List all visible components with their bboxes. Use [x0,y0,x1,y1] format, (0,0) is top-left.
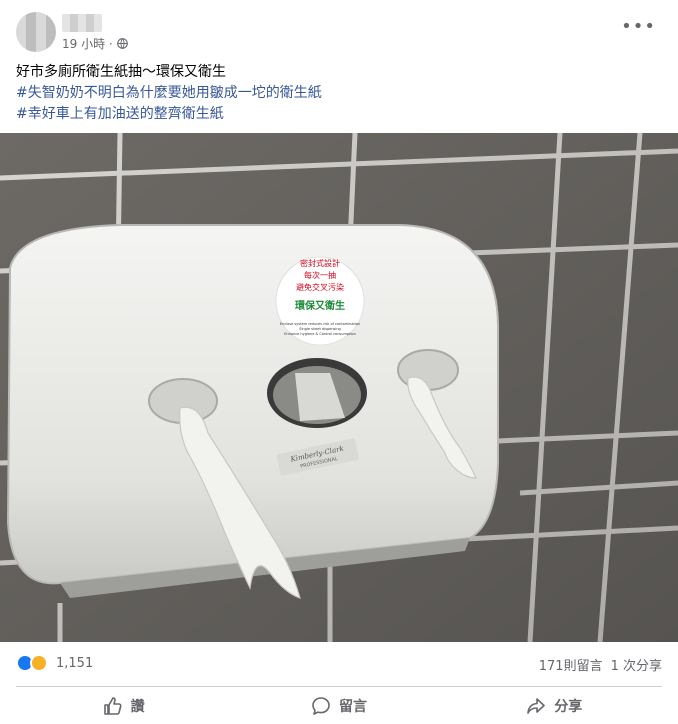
reaction-icons [16,654,50,672]
post-meta: 19 小時 · [62,35,128,52]
thumbs-up-icon [103,697,122,715]
facebook-post: 19 小時 · ••• 好市多廁所衛生紙抽～環保又衛生 #失智奶奶不明白為什麼要… [0,0,678,724]
sticker-text: 密封式設計 [300,258,340,268]
divider [16,686,662,687]
comment-button[interactable]: 留言 [231,690,446,722]
comment-count[interactable]: 171則留言 [539,655,603,674]
author-name-blurred[interactable] [62,14,102,32]
like-button[interactable]: 讚 [16,690,231,722]
share-icon [527,698,546,714]
more-options-button[interactable]: ••• [621,18,656,36]
action-bar: 讚 留言 分享 [16,690,662,722]
tissue-dispenser-photo: 密封式設計 每次一抽 避免交叉污染 環保又衛生 Enclose system r… [0,133,678,642]
sticker-text: 每次一抽 [304,270,336,280]
post-text-line: 好市多廁所衛生紙抽～環保又衛生 [16,64,226,80]
comment-icon [312,697,330,715]
sticker-green-text: 環保又衛生 [295,299,345,312]
sticker-small-text: Enhance hygiene & Control consumption [284,332,356,336]
like-label: 讚 [130,699,145,715]
engagement-stats: 171則留言 1 次分享 [539,655,662,674]
share-label: 分享 [554,699,583,715]
haha-icon [30,654,48,672]
sticker-small-text: Enclose system reduces risk of contamina… [280,322,360,326]
reaction-count[interactable]: 1,151 [56,656,93,671]
post-text: 好市多廁所衛生紙抽～環保又衛生 #失智奶奶不明白為什麼要她用皺成一坨的衛生紙 #… [16,62,656,125]
share-count[interactable]: 1 次分享 [611,655,662,674]
sticker-text: 避免交叉污染 [296,282,344,292]
post-time[interactable]: 19 小時 · [62,35,113,52]
hashtag-link[interactable]: #幸好車上有加油送的整齊衛生紙 [16,104,656,125]
sticker-small-text: Single sheet dispensing [299,327,341,331]
globe-icon [116,38,128,49]
avatar[interactable] [16,12,56,52]
comment-label: 留言 [338,699,367,715]
hashtag-link[interactable]: #失智奶奶不明白為什麼要她用皺成一坨的衛生紙 [16,83,656,104]
reaction-summary[interactable]: 1,151 [16,654,93,672]
post-photo[interactable]: 密封式設計 每次一抽 避免交叉污染 環保又衛生 Enclose system r… [0,133,678,642]
share-button[interactable]: 分享 [447,690,662,722]
